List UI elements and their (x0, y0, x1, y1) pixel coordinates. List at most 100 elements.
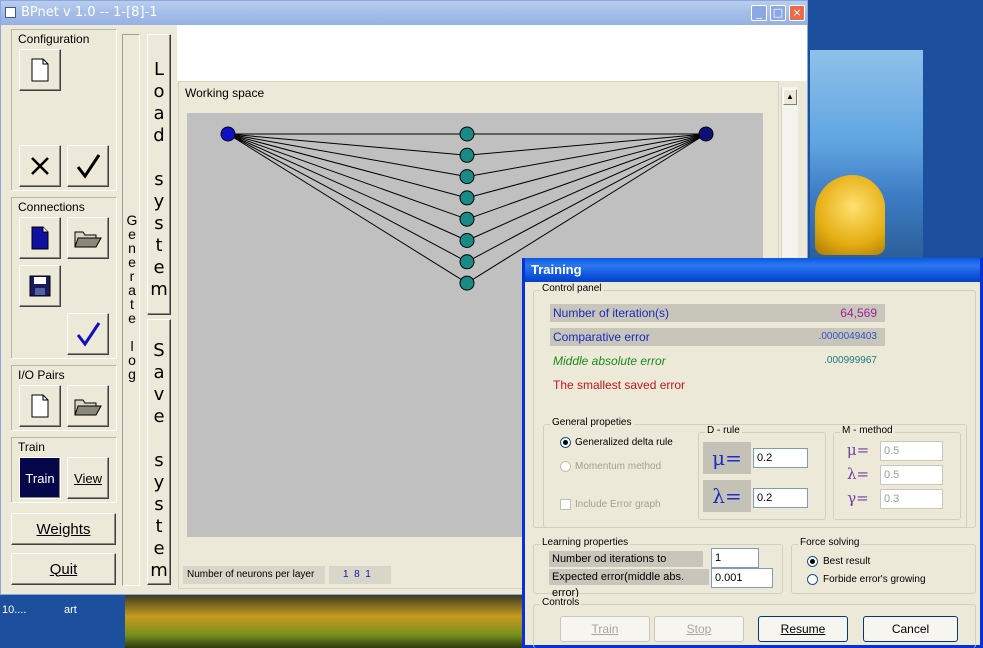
d-rule-label: D - rule (705, 425, 742, 436)
neurons-per-layer-bar: Number of neurons per layer 1 8 1 (179, 564, 549, 586)
general-properties-label: General propeties (550, 417, 634, 428)
best-result-radio[interactable] (807, 556, 818, 567)
connection-line (227, 133, 468, 263)
open-connections-button[interactable] (67, 217, 109, 259)
x-cross-icon (31, 157, 49, 175)
connection-line (227, 133, 468, 178)
smallest-error-row: The smallest saved error (550, 376, 885, 394)
output-neuron[interactable] (698, 126, 714, 142)
hidden-neuron[interactable] (459, 169, 475, 185)
load-system-button[interactable]: Load system (147, 34, 171, 315)
expected-error-input[interactable]: 0.001 (711, 568, 773, 588)
quit-button[interactable]: Quit (11, 553, 116, 585)
iterations-label: Number of iteration(s) (553, 306, 670, 320)
close-button[interactable]: × (789, 5, 805, 21)
new-connections-button[interactable] (19, 217, 61, 259)
m-lambda-input[interactable]: 0.5 (880, 465, 943, 485)
scroll-up-arrow-icon[interactable]: ▲ (783, 89, 797, 105)
delta-rule-label: Generalized delta rule (575, 437, 673, 448)
middle-error-label: Middle absolute error (553, 354, 666, 368)
refresh-input[interactable]: 1 (711, 548, 759, 568)
load-system-label: Load system (150, 59, 168, 300)
forbide-error-label: Forbide error's growing (823, 574, 926, 585)
train-button[interactable]: Train (19, 457, 61, 499)
desktop-wallpaper-strip (125, 595, 525, 648)
stop-button[interactable]: Stop (654, 616, 744, 642)
connection-line (227, 133, 468, 199)
hidden-neuron[interactable] (459, 275, 475, 291)
comparative-error-row: Comparative error .0000049403 (550, 328, 885, 346)
vertical-scrollbar[interactable]: ▲ (781, 87, 798, 257)
m-lambda-symbol: λ= (846, 465, 870, 483)
checkmark-icon (76, 154, 101, 179)
d-mu-symbol: μ= (703, 442, 751, 474)
desktop-icon-label-1[interactable]: 10.... (2, 604, 26, 616)
best-result-label: Best result (823, 556, 871, 567)
iterations-value: 64,569 (840, 306, 877, 320)
new-document-icon (31, 394, 49, 418)
confirm-connections-button[interactable] (67, 313, 109, 355)
comparative-error-label: Comparative error (553, 330, 650, 344)
connection-line (466, 133, 707, 178)
open-folder-icon (74, 399, 102, 416)
training-titlebar[interactable]: Training (525, 258, 980, 282)
train-start-button[interactable]: Train (560, 616, 650, 642)
save-system-label: Save system (150, 340, 168, 581)
forbide-error-radio[interactable] (807, 574, 818, 585)
new-document-icon (31, 58, 49, 82)
hidden-neuron[interactable] (459, 190, 475, 206)
hidden-neuron[interactable] (459, 147, 475, 163)
maximize-button[interactable]: □ (770, 5, 786, 21)
confirm-configuration-button[interactable] (67, 145, 109, 187)
cancel-button[interactable]: Cancel (863, 616, 958, 642)
hidden-neuron[interactable] (459, 126, 475, 142)
weights-button[interactable]: Weights (11, 513, 116, 545)
save-connections-button[interactable] (19, 265, 61, 307)
hidden-neuron[interactable] (459, 254, 475, 270)
delta-rule-radio[interactable] (560, 437, 571, 448)
connection-line (466, 133, 707, 263)
connection-line (227, 133, 468, 284)
floppy-disk-icon (29, 275, 51, 297)
generate-log-label: Generate log (126, 212, 138, 382)
m-mu-symbol: μ= (846, 441, 870, 459)
open-io-pairs-button[interactable] (67, 385, 109, 427)
train-label: Train (18, 440, 45, 454)
expected-error-label: Expected error(middle abs. error) (549, 569, 709, 599)
app-icon[interactable] (5, 7, 16, 18)
momentum-label: Momentum method (575, 461, 662, 472)
configuration-label: Configuration (18, 32, 90, 46)
m-gamma-input[interactable]: 0.3 (880, 489, 943, 509)
cancel-configuration-button[interactable] (19, 145, 61, 187)
smallest-error-label: The smallest saved error (553, 378, 686, 392)
main-titlebar[interactable]: BPnet v 1.0 -- 1-[8]-1 _ □ × (1, 1, 807, 25)
hidden-neuron[interactable] (459, 233, 475, 248)
window-title: BPnet v 1.0 -- 1-[8]-1 (21, 5, 158, 20)
connection-line (466, 133, 707, 220)
training-dialog: Training Control panel Number of iterati… (522, 258, 983, 648)
minimize-button[interactable]: _ (751, 5, 767, 21)
m-method-label: M - method (840, 425, 895, 436)
resume-button[interactable]: Resume (758, 616, 848, 642)
control-panel-label: Control panel (540, 283, 604, 294)
desktop-icon-label-2[interactable]: art (64, 604, 77, 616)
middle-error-value: .000999967 (824, 355, 877, 366)
d-lambda-input[interactable]: 0.2 (753, 488, 808, 508)
connection-line (466, 133, 707, 156)
momentum-radio[interactable] (560, 461, 571, 472)
include-error-checkbox[interactable] (560, 499, 571, 510)
iterations-row: Number of iteration(s) 64,569 (550, 304, 885, 322)
d-mu-input[interactable]: 0.2 (753, 448, 808, 468)
connection-line (227, 133, 468, 156)
force-solving-label: Force solving (798, 537, 862, 548)
new-configuration-button[interactable] (19, 49, 61, 91)
view-button[interactable]: View (67, 457, 109, 499)
neurons-per-layer-value: 1 8 1 (329, 566, 391, 584)
neurons-per-layer-label: Number of neurons per layer (183, 566, 325, 584)
m-mu-input[interactable]: 0.5 (880, 441, 943, 461)
save-system-button[interactable]: Save system (147, 319, 171, 585)
input-neuron[interactable] (220, 126, 236, 142)
new-io-pairs-button[interactable] (19, 385, 61, 427)
learning-properties-label: Learning properties (540, 537, 631, 548)
hidden-neuron[interactable] (459, 211, 475, 227)
